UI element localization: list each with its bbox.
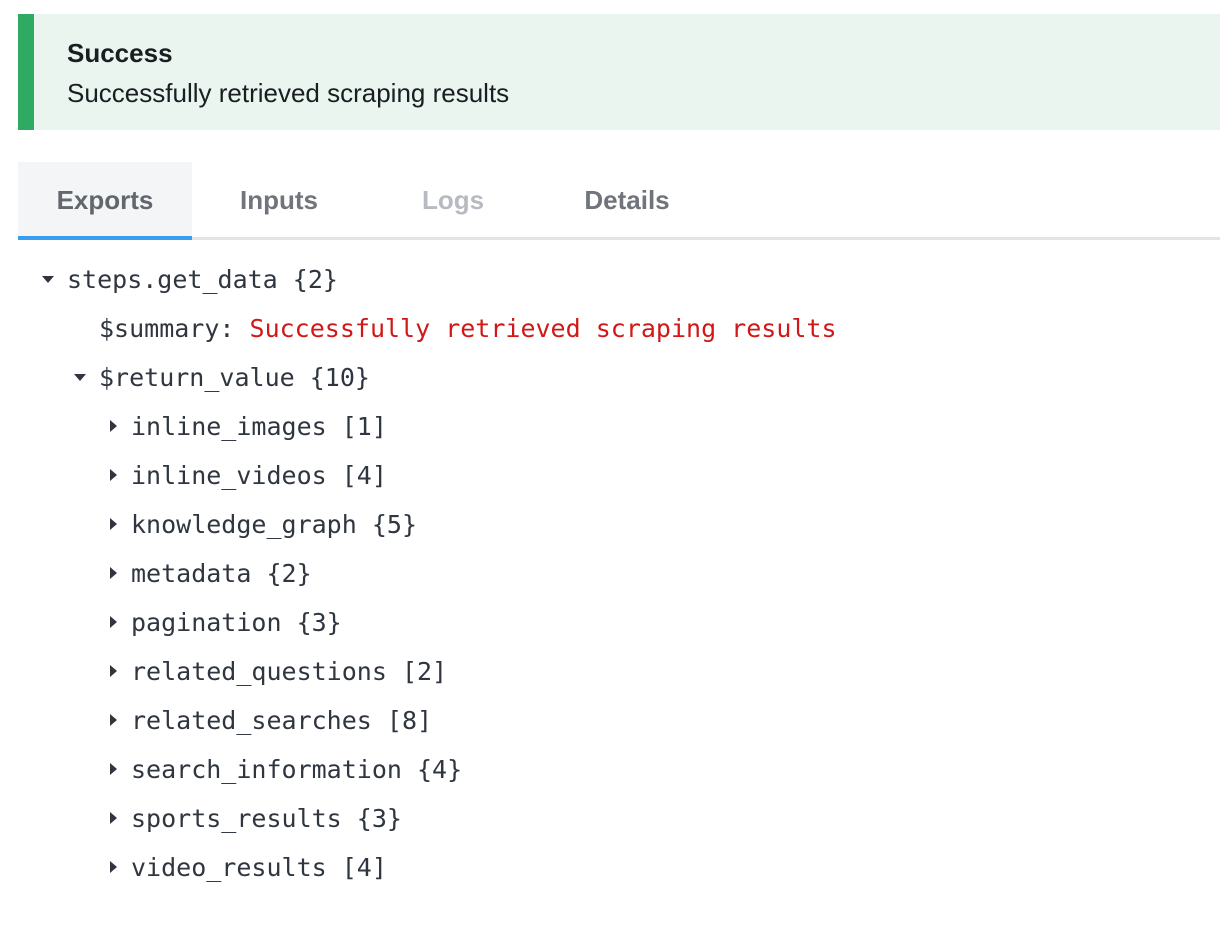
summary-key: $summary: — [99, 314, 235, 343]
tree-node-count: [8] — [386, 706, 433, 735]
tree-node-key: inline_images — [131, 412, 327, 441]
caret-right-icon[interactable] — [110, 714, 117, 726]
tree-node-key: related_searches — [131, 706, 372, 735]
tree-node-count: [1] — [341, 412, 387, 441]
tree-node-key: pagination — [131, 608, 282, 637]
tree-node-key: search_information — [131, 755, 402, 784]
tree-node-count: {2} — [266, 559, 312, 588]
tab-details[interactable]: Details — [540, 162, 714, 240]
tree-node-count: {5} — [371, 510, 417, 539]
caret-right-icon[interactable] — [110, 616, 117, 628]
tree-node-key: steps.get_data — [67, 265, 278, 294]
success-alert: Success Successfully retrieved scraping … — [18, 14, 1220, 130]
caret-right-icon[interactable] — [110, 469, 117, 481]
tree-node-count: [4] — [341, 853, 387, 882]
tree-node-count: [4] — [341, 461, 387, 490]
tree-node-key: $return_value — [99, 363, 295, 392]
tree-node-count: {4} — [417, 755, 463, 784]
alert-message: Successfully retrieved scraping results — [67, 78, 510, 108]
caret-right-icon[interactable] — [110, 861, 117, 873]
caret-right-icon[interactable] — [110, 518, 117, 530]
caret-down-icon[interactable] — [42, 276, 54, 283]
tree-node-summary: $summary: Successfully retrieved scrapin… — [99, 304, 837, 353]
caret-right-icon[interactable] — [110, 420, 117, 432]
caret-right-icon[interactable] — [110, 567, 117, 579]
tree-node-count: {10} — [309, 363, 370, 392]
caret-down-icon[interactable] — [74, 374, 86, 381]
tree-node-key: video_results — [131, 853, 327, 882]
tree-node-count: {2} — [292, 265, 338, 294]
summary-value: Successfully retrieved scraping results — [249, 314, 837, 343]
tree-node-key: knowledge_graph — [131, 510, 357, 539]
caret-right-icon[interactable] — [110, 665, 117, 677]
tab-exports[interactable]: Exports — [18, 162, 192, 240]
tab-inputs[interactable]: Inputs — [192, 162, 366, 240]
tree-node-count: [2] — [401, 657, 448, 686]
tree-node-count: {3} — [296, 608, 342, 637]
tree-node-key: related_questions — [131, 657, 387, 686]
tree-node-count: {3} — [356, 804, 402, 833]
tree-node-key: sports_results — [131, 804, 342, 833]
caret-right-icon[interactable] — [110, 812, 117, 824]
tab-bar: Exports Inputs Logs Details — [18, 162, 1220, 240]
tree-node-key: metadata — [131, 559, 252, 588]
alert-title: Success — [67, 38, 173, 68]
caret-right-icon[interactable] — [110, 763, 117, 775]
tab-logs[interactable]: Logs — [366, 162, 540, 240]
tree-node-key: inline_videos — [131, 461, 327, 490]
